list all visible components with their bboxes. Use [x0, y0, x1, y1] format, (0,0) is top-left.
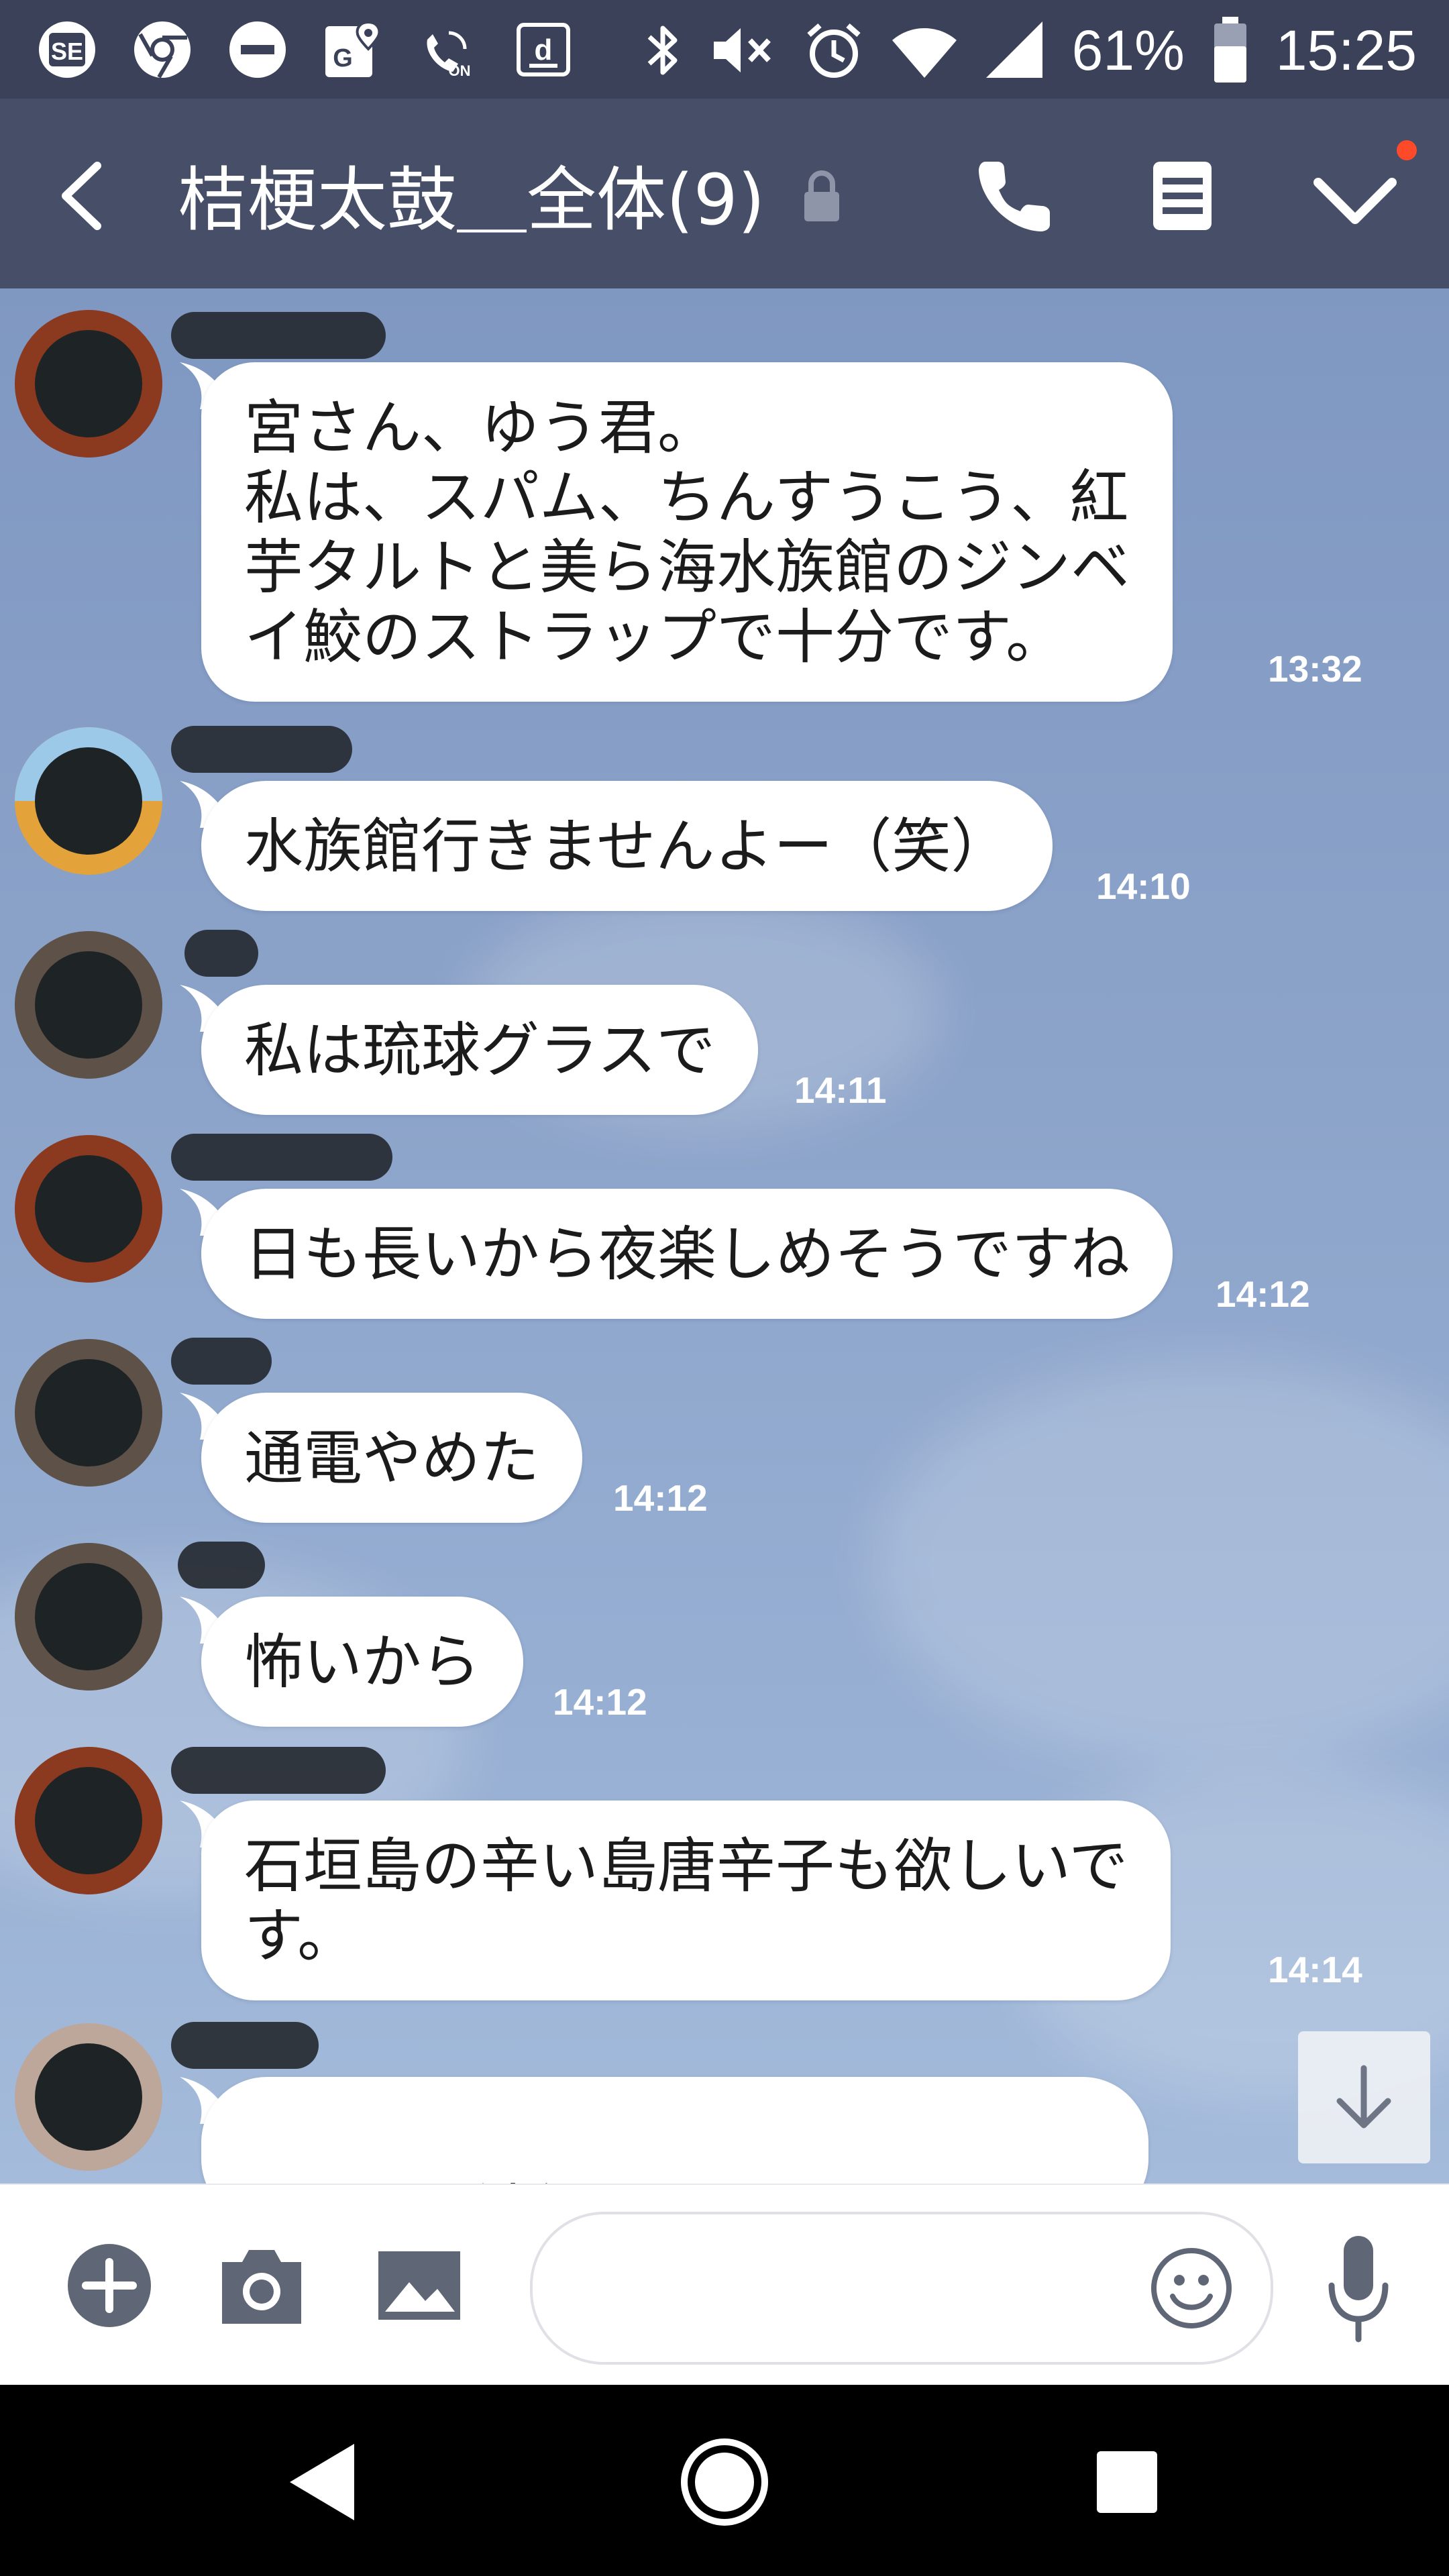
message-time: 14:10: [1096, 865, 1191, 907]
unread-notification-dot: [1397, 140, 1417, 160]
image-icon[interactable]: [376, 2249, 463, 2322]
message-bubble[interactable]: 私は琉球グラスで: [201, 985, 759, 1115]
volte-icon: ON: [427, 31, 471, 79]
do-not-disturb-icon: [229, 21, 286, 78]
message-bubble[interactable]: 石垣島の辛い島唐辛子も欲しいで す。: [201, 1801, 1171, 2000]
sender-name-redacted: [171, 719, 352, 780]
message-time: 14:12: [553, 1681, 647, 1723]
notes-icon[interactable]: [1150, 159, 1214, 233]
message-bubble[interactable]: 怖いから: [201, 1597, 524, 1727]
clock: 15:25: [1275, 18, 1417, 82]
message-input[interactable]: [530, 2212, 1273, 2365]
battery-icon: [1214, 17, 1246, 83]
emoji-icon[interactable]: [1150, 2247, 1233, 2330]
sender-name-redacted: [171, 1127, 392, 1187]
sender-name-redacted: [171, 1740, 386, 1801]
alarm-icon: [807, 23, 861, 78]
status-bar: SE G ON d 61% 15:25: [0, 0, 1449, 99]
battery-percent: 61%: [1071, 18, 1185, 82]
chat-header: 桔梗太鼓＿全体(9): [0, 99, 1449, 288]
plus-icon[interactable]: [66, 2242, 153, 2329]
signal-icon: [985, 21, 1042, 78]
message-bubble[interactable]: え、沖縄ですか: [201, 2077, 1148, 2184]
avatar[interactable]: [15, 1339, 162, 1487]
system-navigation-bar: [0, 2385, 1449, 2576]
message-bubble[interactable]: 宮さん、ゆう君。 私は、スパム、ちんすうこう、紅 芋タルトと美ら海水族館のジンベ…: [201, 362, 1173, 702]
avatar[interactable]: [15, 2023, 162, 2171]
message-time: 14:14: [1268, 1949, 1362, 1990]
avatar[interactable]: [15, 931, 162, 1079]
camera-icon[interactable]: [218, 2242, 305, 2329]
message-bubble[interactable]: 日も長いから夜楽しめそうですね: [201, 1189, 1173, 1319]
chat-area[interactable]: 宮さん、ゆう君。 私は、スパム、ちんすうこう、紅 芋タルトと美ら海水族館のジンベ…: [0, 288, 1449, 2184]
sender-name-redacted: [171, 2015, 319, 2076]
svg-text:ON: ON: [449, 62, 471, 79]
message-time: 14:12: [1216, 1273, 1310, 1315]
chrome-icon: [134, 21, 191, 78]
sender-name-redacted: [171, 1535, 265, 1595]
back-arrow-icon[interactable]: [54, 159, 107, 233]
message-bubble[interactable]: 通電やめた: [201, 1393, 583, 1523]
chat-title: 桔梗太鼓＿全体(9): [178, 159, 765, 241]
wifi-icon: [892, 28, 957, 78]
nav-back-icon[interactable]: [282, 2438, 362, 2526]
status-icons-right: 61% 15:25: [643, 13, 1417, 87]
avatar[interactable]: [15, 727, 162, 875]
docomo-icon: d: [517, 23, 570, 76]
message-bubble[interactable]: 水族館行きませんよー（笑）: [201, 781, 1053, 911]
message-time: 14:12: [613, 1477, 708, 1519]
bluetooth-icon: [647, 25, 678, 75]
message-text: え、沖縄ですか: [357, 2178, 770, 2184]
maps-icon: G: [325, 20, 381, 77]
avatar[interactable]: [15, 310, 162, 458]
avatar[interactable]: [15, 1135, 162, 1283]
nav-recents-icon[interactable]: [1097, 2449, 1157, 2516]
status-icons-left: SE G ON d: [37, 19, 574, 80]
lock-icon: [804, 170, 839, 221]
nav-home-icon[interactable]: [678, 2435, 771, 2529]
message-time: 14:11: [794, 1069, 887, 1111]
svg-text:SE: SE: [51, 38, 83, 65]
avatar[interactable]: [15, 1747, 162, 1894]
sender-name-redacted: [171, 923, 258, 983]
message-time: 13:32: [1268, 648, 1362, 690]
svg-text:G: G: [333, 44, 353, 72]
sender-name-redacted: [171, 305, 386, 366]
mute-icon: [713, 28, 771, 72]
chevron-down-icon[interactable]: [1311, 156, 1399, 236]
sender-name-redacted: [171, 1331, 272, 1391]
microphone-icon[interactable]: [1325, 2232, 1392, 2346]
arrow-down-icon: [1336, 2065, 1391, 2129]
scroll-to-bottom-button[interactable]: [1298, 2031, 1430, 2163]
avatar[interactable]: [15, 1543, 162, 1690]
message-input-bar: [0, 2184, 1449, 2386]
phone-call-icon[interactable]: [976, 158, 1053, 235]
se-app-icon: SE: [39, 21, 95, 78]
svg-text:d: d: [535, 34, 553, 66]
